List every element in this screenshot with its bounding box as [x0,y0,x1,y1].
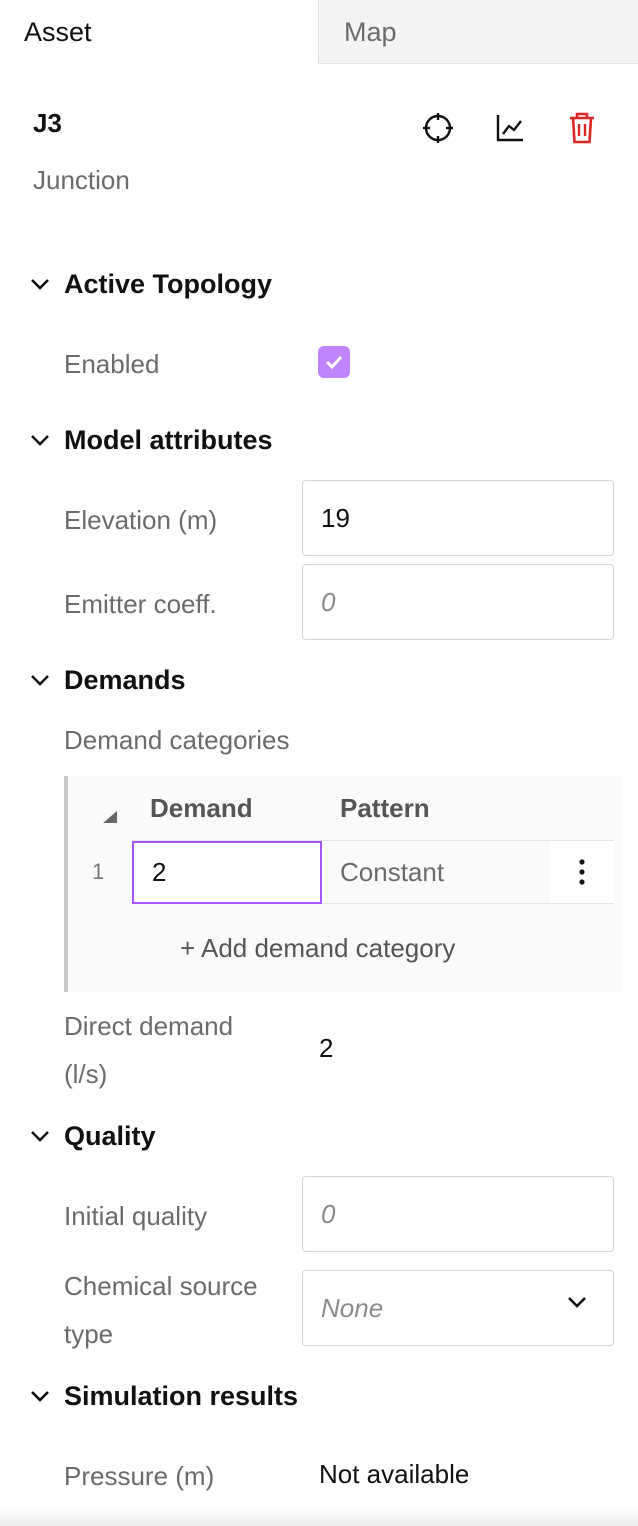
column-header-demand: Demand [150,793,253,823]
initial-quality-field[interactable]: 0 [302,1176,614,1252]
chart-button[interactable] [490,108,530,148]
chevron-down-icon [26,426,54,454]
elevation-label: Elevation (m) [64,505,218,535]
locate-button[interactable] [418,108,458,148]
section-title: Simulation results [64,1380,299,1411]
demand-categories-label: Demand categories [64,725,290,755]
tab-map[interactable]: Map [318,0,638,64]
emitter-field[interactable]: 0 [302,564,614,640]
direct-demand-value: 2 [319,1033,334,1063]
chevron-down-icon [26,270,54,298]
section-title: Model attributes [64,424,273,455]
row-number: 1 [92,859,105,884]
add-demand-category-button[interactable]: + Add demand category [180,926,455,970]
delete-button[interactable] [562,108,602,148]
check-icon [325,355,343,370]
trash-icon [570,112,594,144]
section-simulation-results[interactable]: Simulation results [26,1376,298,1416]
elevation-field[interactable]: 19 [302,480,614,556]
chevron-down-icon [26,666,54,694]
asset-type: Junction [33,165,130,195]
section-demands[interactable]: Demands [26,660,186,700]
chemical-source-select[interactable]: None [302,1270,614,1346]
panel-tabs: Asset Map [0,0,638,64]
chemical-source-label-line2: type [64,1319,114,1349]
chevron-down-icon [26,1382,54,1410]
asset-id: J3 [33,108,62,138]
pressure-label: Pressure (m) [64,1461,215,1491]
section-active-topology[interactable]: Active Topology [26,264,272,304]
scroll-shadow [0,1508,638,1526]
section-title: Active Topology [64,268,273,299]
section-quality[interactable]: Quality [26,1116,156,1156]
chevron-down-icon [26,1122,54,1150]
chemical-source-label: Chemical source [64,1271,258,1301]
direct-demand-label: Direct demand [64,1011,234,1041]
initial-quality-label: Initial quality [64,1201,208,1231]
direct-demand-unit: (l/s) [64,1059,108,1089]
enabled-checkbox[interactable] [318,346,350,378]
section-title: Demands [64,664,186,695]
chemical-source-value: None [321,1292,384,1323]
pressure-value: Not available [319,1459,470,1489]
demand-cell[interactable]: 2 [132,841,322,904]
enabled-label: Enabled [64,349,160,379]
chart-icon [496,115,523,142]
pattern-cell[interactable]: Constant [322,841,550,904]
emitter-label: Emitter coeff. [64,589,217,619]
more-vertical-icon [579,859,585,885]
tab-asset[interactable]: Asset [0,0,318,64]
section-model-attributes[interactable]: Model attributes [26,420,273,460]
chevron-down-icon [568,1297,586,1308]
column-header-pattern: Pattern [340,793,430,823]
section-title: Quality [64,1120,156,1151]
select-all-icon[interactable] [102,810,118,824]
row-menu-button[interactable] [550,841,614,904]
crosshair-icon [423,113,453,143]
